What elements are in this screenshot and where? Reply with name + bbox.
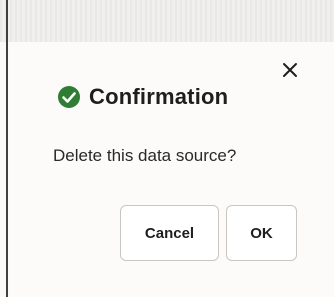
ok-button[interactable]: OK [226, 205, 297, 261]
check-circle-icon [58, 86, 80, 108]
dialog-title: Confirmation [89, 84, 229, 109]
page-edge [6, 0, 8, 297]
dialog-message: Delete this data source? [53, 146, 237, 165]
dialog-header: Confirmation [57, 82, 228, 112]
cancel-button[interactable]: Cancel [120, 205, 219, 261]
close-button[interactable] [276, 56, 304, 84]
background-strip [0, 0, 334, 42]
close-icon [283, 63, 297, 77]
